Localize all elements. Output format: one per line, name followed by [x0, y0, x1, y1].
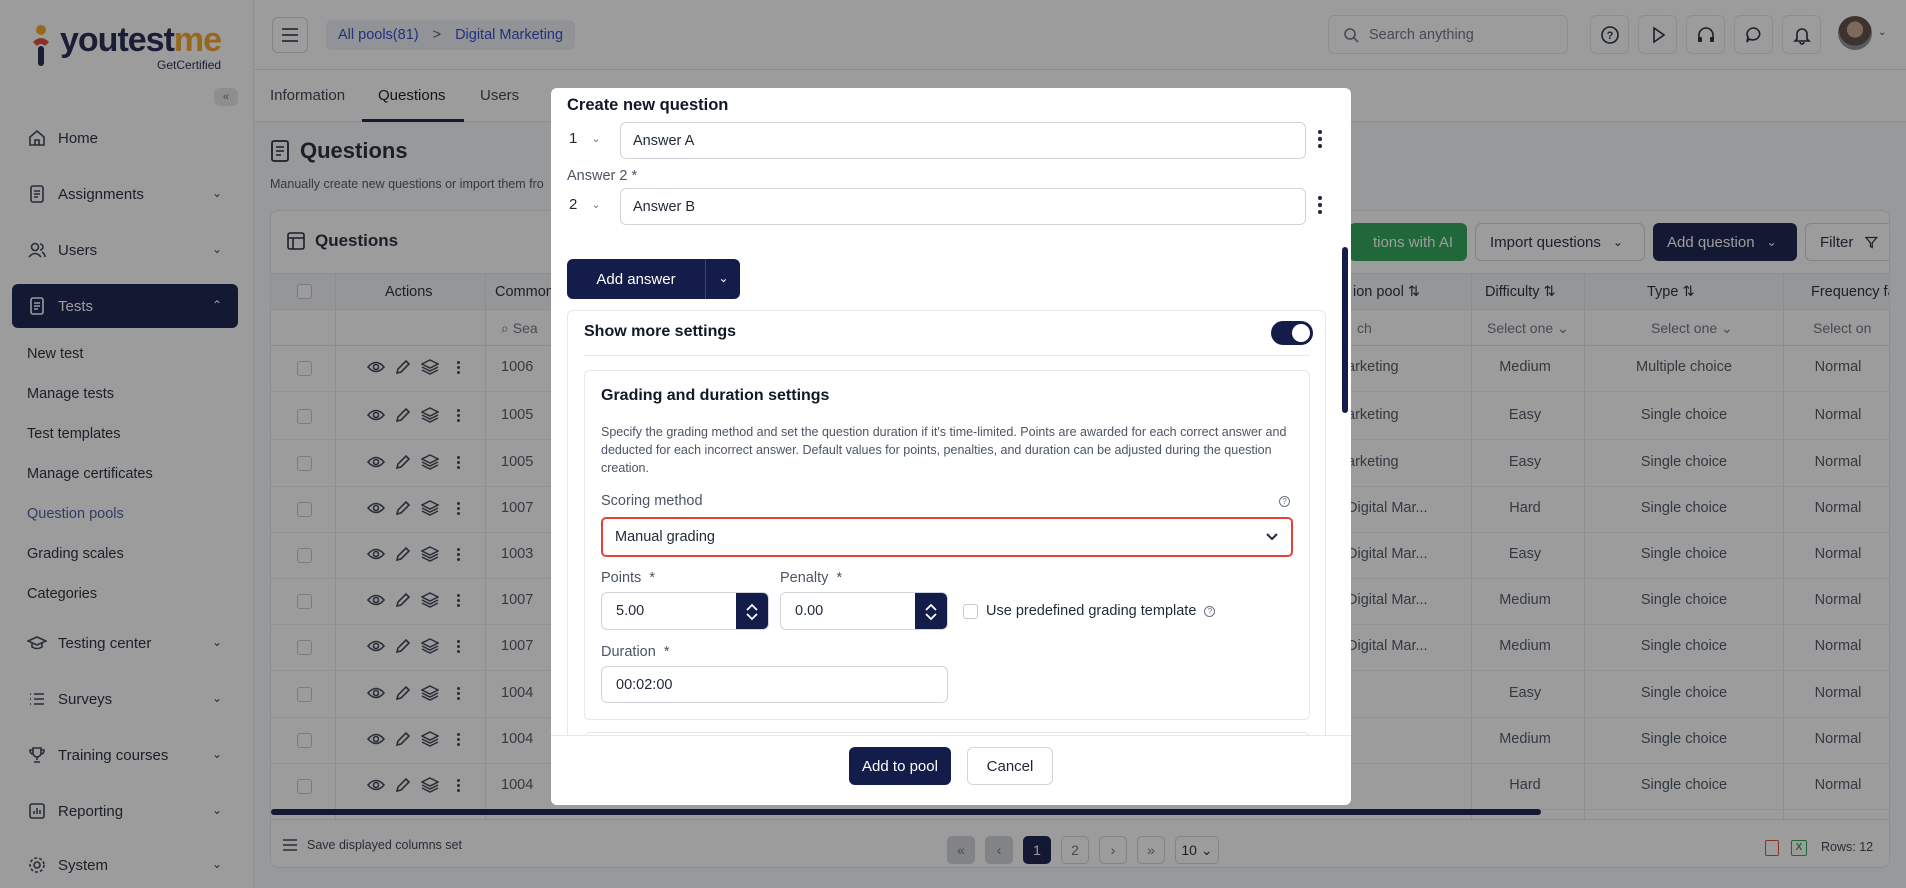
points-stepper[interactable] — [736, 593, 768, 629]
divider — [584, 355, 1310, 356]
answer-1-input[interactable]: Answer A — [620, 122, 1306, 159]
chevron-down-icon: ⌄ — [591, 199, 601, 211]
split-divider — [705, 259, 706, 299]
use-template-option: Use predefined grading template ? — [963, 603, 1216, 619]
chevron-down-icon[interactable] — [925, 613, 937, 621]
chevron-down-icon[interactable]: ⌄ — [707, 271, 740, 285]
toggle-knob — [1292, 324, 1310, 342]
info-icon[interactable]: ? — [1279, 496, 1290, 507]
scoring-method-label: Scoring method — [601, 493, 703, 509]
penalty-input[interactable]: 0.00 — [780, 592, 948, 630]
points-value: 5.00 — [616, 603, 645, 619]
add-answer-button[interactable]: Add answer — [567, 259, 705, 299]
show-more-settings-toggle[interactable] — [1271, 321, 1313, 345]
use-template-checkbox[interactable] — [963, 603, 978, 619]
show-more-settings-label: Show more settings — [584, 323, 737, 340]
add-to-pool-button[interactable]: Add to pool — [849, 747, 951, 785]
cancel-button[interactable]: Cancel — [967, 747, 1053, 785]
chevron-down-icon — [1266, 533, 1278, 541]
chevron-up-icon[interactable] — [925, 603, 937, 611]
create-question-modal: Create new question 1 ⌄ Answer A Answer 2… — [551, 88, 1351, 805]
modal-title: Create new question — [567, 96, 729, 114]
answer-1-number-select[interactable]: 1 ⌄ — [569, 130, 601, 147]
modal-body: 1 ⌄ Answer A Answer 2 * 2 ⌄ Answer B Add a… — [551, 122, 1351, 735]
duration-input[interactable]: 00:02:00 — [601, 666, 948, 703]
points-input[interactable]: 5.00 — [601, 592, 769, 630]
chevron-up-icon[interactable] — [746, 603, 758, 611]
answer-2-number-select[interactable]: 2 ⌄ — [569, 196, 601, 213]
modal-vertical-scrollbar[interactable] — [1342, 247, 1348, 413]
penalty-stepper[interactable] — [915, 593, 947, 629]
penalty-label: Penalty * — [780, 570, 843, 586]
answer-2-label: Answer 2 * — [567, 168, 638, 184]
grading-settings-section: Grading and duration settings Specify th… — [584, 370, 1310, 720]
penalty-value: 0.00 — [795, 603, 824, 619]
grading-title: Grading and duration settings — [601, 387, 830, 404]
add-answer-split-button: Add answer ⌄ — [567, 259, 740, 299]
scoring-method-select[interactable]: Manual grading — [601, 517, 1293, 557]
chevron-down-icon: ⌄ — [591, 133, 601, 145]
answer-1-more-icon[interactable] — [1317, 130, 1323, 148]
chevron-down-icon[interactable] — [746, 613, 758, 621]
duration-label: Duration * — [601, 644, 670, 660]
use-template-label: Use predefined grading template — [986, 603, 1197, 619]
grading-description: Specify the grading method and set the q… — [601, 425, 1287, 475]
modal-footer: Add to pool Cancel — [551, 735, 1351, 805]
scoring-method-value: Manual grading — [615, 529, 715, 545]
info-icon[interactable]: ? — [1204, 605, 1216, 617]
more-settings-panel: Show more settings Grading and duration … — [567, 310, 1326, 735]
points-label: Points * — [601, 570, 656, 586]
answer-2-more-icon[interactable] — [1317, 196, 1323, 214]
answer-2-input[interactable]: Answer B — [620, 188, 1306, 225]
